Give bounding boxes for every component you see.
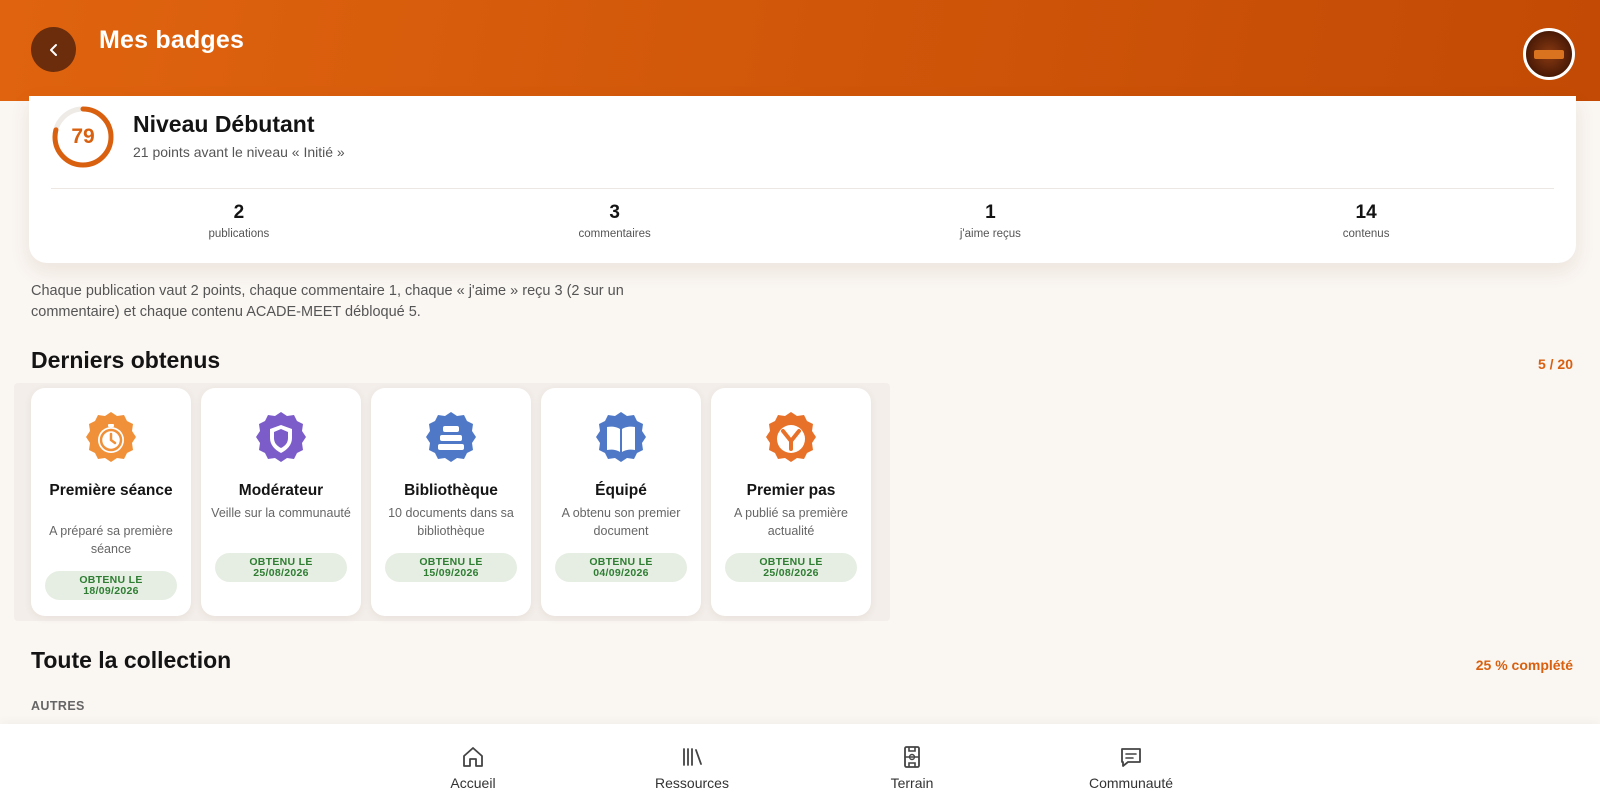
category-label: AUTRES [31, 699, 85, 713]
avatar-logo [1534, 49, 1564, 59]
badge-name: Premier pas [746, 482, 836, 499]
stat-value: 3 [609, 202, 620, 223]
recent-section-title: Derniers obtenus [31, 347, 221, 373]
badge-card[interactable]: Première séance A préparé sa première sé… [31, 388, 191, 616]
level-title: Niveau Débutant [133, 111, 315, 137]
level-score: 79 [71, 125, 95, 148]
top-header: Mes badges [0, 0, 1600, 101]
stat-commentaires: 3 commentaires [427, 202, 803, 252]
nav-label: Communauté [1088, 775, 1174, 791]
back-button[interactable] [31, 27, 76, 72]
nav-label: Terrain [890, 775, 934, 791]
nav-label: Ressources [655, 775, 729, 791]
badge-card[interactable]: Premier pas A publié sa première actuali… [711, 388, 871, 616]
page-title: Mes badges [99, 26, 245, 54]
badge-name: Première séance [49, 482, 173, 499]
chip-date: 25/08/2026 [253, 566, 309, 579]
shield-icon [256, 412, 306, 462]
badge-obtained-chip: OBTENU LE 18/09/2026 [45, 571, 177, 600]
bottom-navigation: Accueil Ressources Terrain Communauté [0, 724, 1600, 800]
collection-section-title: Toute la collection [31, 647, 232, 673]
stat-label: commentaires [578, 228, 651, 240]
stat-label: publications [208, 228, 270, 240]
badge-name: Bibliothèque [404, 482, 498, 499]
chip-date: 15/09/2026 [423, 566, 479, 579]
points-info-text: Chaque publication vaut 2 points, chaque… [31, 283, 624, 320]
chip-label: OBTENU LE [589, 555, 653, 568]
chip-label: OBTENU LE [79, 573, 143, 586]
level-subtitle: 21 points avant le niveau « Initié » [133, 144, 345, 160]
badge-card[interactable]: Équipé A obtenu son premier document OBT… [541, 388, 701, 616]
stat-value: 1 [985, 202, 996, 223]
home-icon [463, 747, 483, 767]
chat-icon [1121, 748, 1141, 767]
badge-description: 10 documents dans sa bibliothèque [388, 506, 514, 538]
badge-name: Modérateur [238, 482, 324, 499]
open-book-icon [596, 412, 646, 462]
stat-value: 14 [1355, 202, 1377, 223]
stat-value: 2 [233, 202, 245, 223]
collection-completion: 25 % complété [1475, 657, 1573, 673]
y-sign-icon [766, 412, 816, 462]
chip-label: OBTENU LE [759, 555, 823, 568]
badge-obtained-chip: OBTENU LE 25/08/2026 [725, 553, 857, 582]
stats-row: 2 publications 3 commentaires 1 j'aime r… [51, 202, 1554, 252]
chip-date: 25/08/2026 [763, 566, 819, 579]
level-card: 79 Niveau Débutant 21 points avant le ni… [29, 96, 1576, 263]
chevron-left-icon [49, 43, 57, 56]
badge-obtained-chip: OBTENU LE 15/09/2026 [385, 553, 517, 582]
books-stack-icon [426, 412, 476, 462]
divider [51, 188, 1554, 189]
badge-card[interactable]: Modérateur Veille sur la communauté OBTE… [201, 388, 361, 616]
badge-card[interactable]: Bibliothèque 10 documents dans sa biblio… [371, 388, 531, 616]
nav-item-accueil[interactable]: Accueil [403, 724, 543, 800]
nav-item-ressources[interactable]: Ressources [622, 724, 762, 800]
field-icon [904, 746, 920, 768]
badge-description: A préparé sa première séance [49, 524, 173, 556]
stat-label: contenus [1342, 228, 1390, 240]
recent-count: 5 / 20 [1537, 356, 1573, 372]
nav-label: Accueil [450, 775, 496, 791]
badge-obtained-chip: OBTENU LE 25/08/2026 [215, 553, 347, 582]
badge-description: Veille sur la communauté [211, 506, 351, 520]
stat-contenus: 14 contenus [1178, 202, 1554, 252]
library-icon [683, 748, 702, 766]
badge-obtained-chip: OBTENU LE 04/09/2026 [555, 553, 687, 582]
badge-description: A publié sa première actualité [734, 506, 848, 538]
stopwatch-icon [86, 412, 136, 462]
badge-name: Équipé [595, 482, 647, 499]
chip-label: OBTENU LE [249, 555, 313, 568]
stat-likes: 1 j'aime reçus [803, 202, 1179, 252]
nav-item-terrain[interactable]: Terrain [842, 724, 982, 800]
avatar[interactable] [1523, 28, 1575, 80]
chip-label: OBTENU LE [419, 555, 483, 568]
chip-date: 04/09/2026 [593, 566, 649, 579]
badge-description: A obtenu son premier document [561, 506, 681, 538]
nav-item-communaute[interactable]: Communauté [1061, 724, 1201, 800]
stat-label: j'aime reçus [959, 228, 1021, 240]
stat-publications: 2 publications [51, 202, 427, 252]
chip-date: 18/09/2026 [83, 584, 139, 597]
